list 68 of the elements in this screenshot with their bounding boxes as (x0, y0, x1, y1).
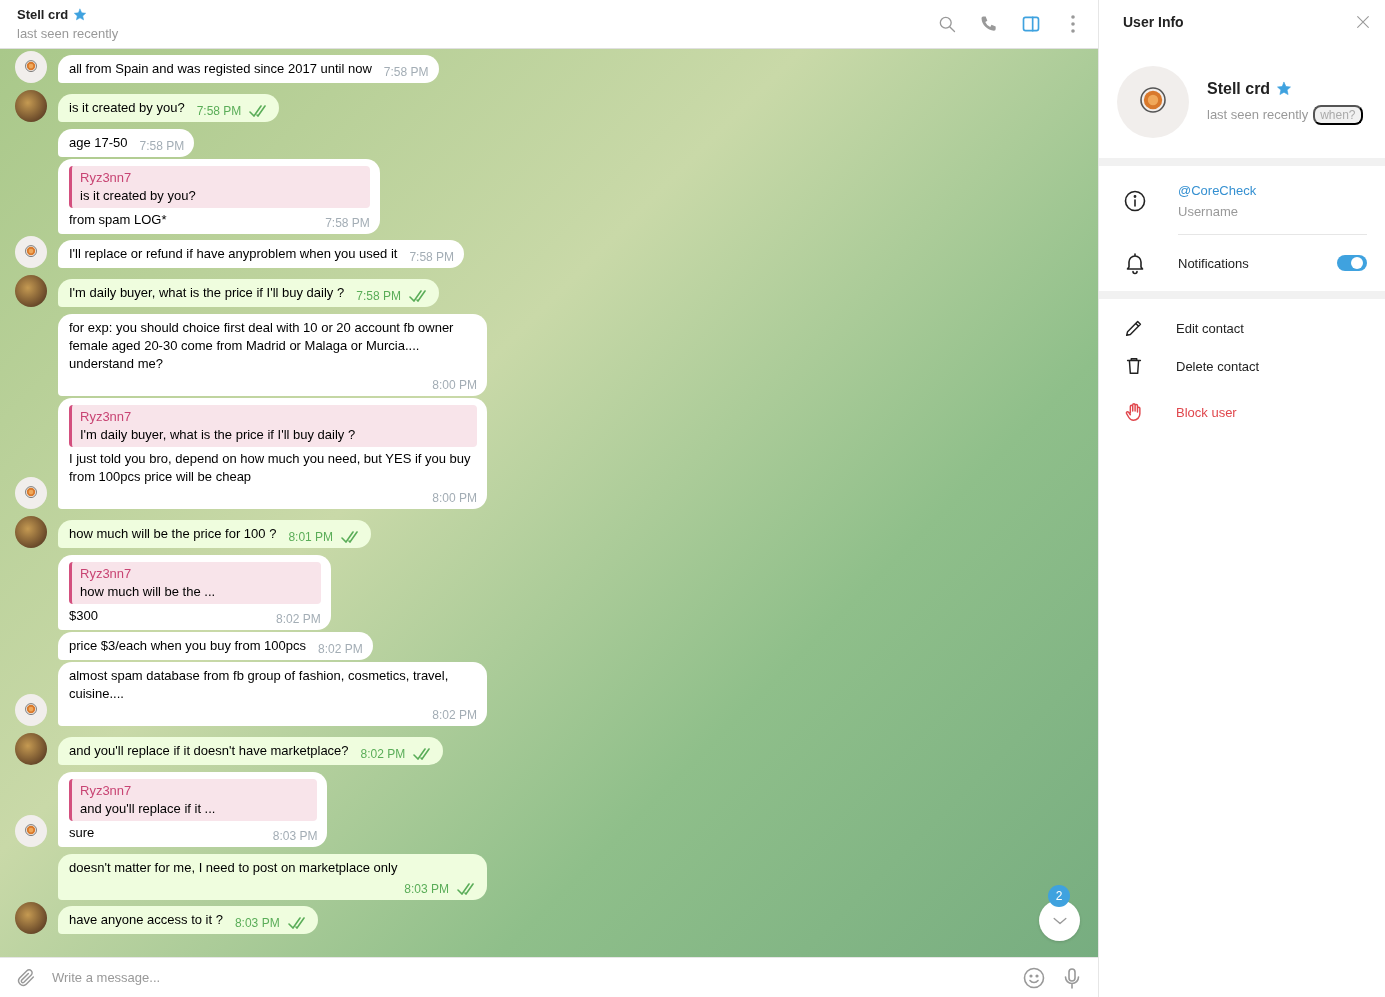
reply-text: is it created by you? (80, 187, 197, 205)
username-link[interactable]: @CoreCheck (1178, 183, 1367, 198)
message-text: almost spam database from fb group of fashion, cosmetics, travel, cuisine.... (69, 667, 450, 703)
more-icon (1071, 15, 1075, 33)
message-time: 8:03 PM (404, 881, 449, 898)
message-time: 7:58 PM (325, 215, 370, 232)
reply-quote[interactable]: Ryz3nn7 is it created by you? (69, 166, 370, 208)
notifications-label: Notifications (1178, 255, 1250, 271)
message-text: have anyone access to it ? (69, 911, 223, 929)
unread-badge: 2 (1048, 885, 1070, 907)
contact-status: last seen recently (1207, 107, 1309, 122)
message-time: 8:03 PM (272, 828, 318, 845)
message-time: 8:02 PM (276, 611, 321, 628)
contact-status: last seen recently (17, 26, 120, 41)
notifications-toggle[interactable] (1337, 255, 1367, 271)
message-text: for exp: you should choice first deal with 10 or 20 account fb owner female aged 20-30 come from Madrid or Malaga or Murcia.... understand me? (69, 319, 455, 373)
message-text: $300 (69, 607, 98, 625)
message-time: 7:58 PM (409, 249, 455, 266)
message-text: price $3/each when you buy from 100pcs (69, 637, 307, 655)
delete-contact-button[interactable]: Delete contact (1099, 347, 1385, 385)
reply-text: I'm daily buyer, what is the price if I'll buy daily ? (80, 426, 357, 444)
message-time: 7:58 PM (383, 64, 429, 81)
message-time: 8:00 PM (432, 490, 477, 507)
contact-name: Stell crd (1207, 79, 1271, 98)
emoji-button[interactable] (1022, 965, 1046, 990)
message-time: 7:58 PM (139, 138, 185, 155)
message-text: sure (69, 824, 95, 842)
message-time: 8:00 PM (432, 377, 477, 394)
search-icon (937, 14, 957, 34)
message-text: I just told you bro, depend on how much you need, but YES if you buy from 100pcs price will be cheap (69, 450, 472, 486)
message-text: age 17-50 (69, 134, 128, 152)
close-button[interactable] (1355, 14, 1371, 30)
message-text: doesn't matter for me, I need to post on marketplace only (69, 859, 398, 877)
reply-text: how much will be the ... (80, 583, 217, 601)
reply-quote[interactable]: Ryz3nn7 and you'll replace if it ... (69, 779, 318, 821)
message-text: and you'll replace if it doesn't have marketplace? (69, 742, 349, 760)
username-label: Username (1178, 204, 1239, 219)
close-icon (1355, 14, 1371, 30)
message-text: I'm daily buyer, what is the price if I'll buy daily ? (69, 284, 345, 302)
reply-author: Ryz3nn7 (80, 782, 133, 800)
scroll-down-button[interactable] (1039, 900, 1080, 941)
reply-quote[interactable]: Ryz3nn7 I'm daily buyer, what is the price if I'll buy daily ? (69, 405, 477, 447)
message-time: 8:01 PM (288, 529, 334, 546)
block-user-button[interactable]: Block user (1099, 393, 1385, 431)
message-text: from spam LOG* (69, 211, 167, 229)
message-time: 8:02 PM (432, 707, 477, 724)
reply-author: Ryz3nn7 (80, 408, 133, 426)
reply-text: and you'll replace if it ... (80, 800, 217, 818)
panel-title: User Info (1123, 14, 1185, 30)
reply-author: Ryz3nn7 (80, 169, 133, 187)
message-time: 7:58 PM (196, 103, 242, 120)
message-text: all from Spain and was registed since 2017 until now (69, 60, 372, 78)
message-time: 8:03 PM (234, 915, 280, 932)
message-time: 8:02 PM (318, 641, 363, 658)
contact-name: Stell crd (17, 7, 69, 22)
info-icon (1123, 188, 1147, 213)
message-text: I'll replace or refund if have anyproblem when you used it (69, 245, 398, 263)
sidebar-icon (1021, 14, 1041, 34)
message-text: is it created by you? (69, 99, 185, 117)
message-time: 8:02 PM (360, 746, 406, 763)
edit-contact-button[interactable]: Edit contact (1099, 309, 1385, 347)
reply-author: Ryz3nn7 (80, 565, 133, 583)
message-text: how much will be the price for 100 ? (69, 525, 277, 543)
message-time: 7:58 PM (356, 288, 401, 305)
reply-quote[interactable]: Ryz3nn7 how much will be the ... (69, 562, 321, 604)
phone-icon (979, 14, 999, 34)
paperclip-icon (15, 966, 37, 989)
smiley-icon (1022, 965, 1046, 990)
